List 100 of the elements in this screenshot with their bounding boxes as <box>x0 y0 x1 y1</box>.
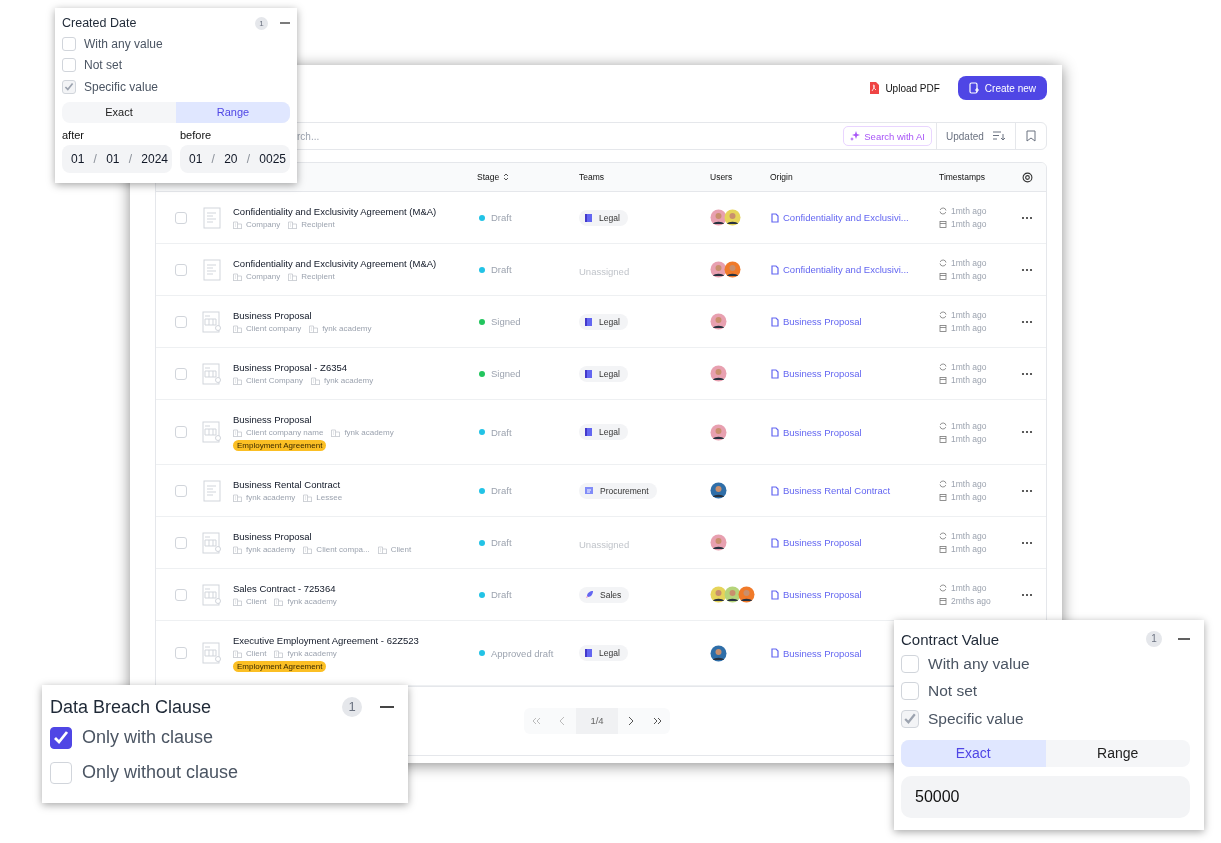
create-new-button[interactable]: Create new <box>957 76 1047 100</box>
book-icon <box>584 368 593 379</box>
bookmark-icon[interactable] <box>1026 130 1036 142</box>
origin-link[interactable]: Business Proposal <box>770 589 862 600</box>
contract-type-tag: Employment Agreement <box>233 439 327 451</box>
upload-pdf-button[interactable]: Upload PDF <box>865 78 944 98</box>
page-icon <box>770 316 779 327</box>
row-checkbox[interactable] <box>175 536 187 549</box>
more-options-icon[interactable] <box>1021 215 1033 220</box>
contract-title[interactable]: Sales Contract - 725364 <box>233 583 336 594</box>
origin-link[interactable]: Business Proposal <box>770 368 862 379</box>
building-icon <box>303 545 313 554</box>
more-options-icon[interactable] <box>1021 267 1033 272</box>
origin-link[interactable]: Business Proposal <box>770 537 862 548</box>
settings-icon[interactable] <box>1021 171 1033 183</box>
party-name: fynk academy <box>323 376 374 385</box>
refresh-icon <box>939 421 947 430</box>
party-name: Company <box>246 220 281 229</box>
more-options-icon[interactable] <box>1021 540 1033 545</box>
updated-time: 1mth ago <box>951 362 987 372</box>
building-icon <box>377 545 387 554</box>
calendar-icon <box>939 324 947 332</box>
screen-icon <box>584 485 594 496</box>
book-icon <box>584 316 593 327</box>
calendar-icon <box>939 493 947 501</box>
created-time: 1mth ago <box>951 375 987 385</box>
building-icon <box>309 324 319 333</box>
stage-label: Draft <box>491 264 512 275</box>
stage-label: Draft <box>491 589 512 600</box>
created-time: 1mth ago <box>951 219 987 229</box>
more-options-icon[interactable] <box>1021 319 1033 324</box>
origin-link[interactable]: Business Proposal <box>770 316 862 327</box>
building-icon <box>303 493 313 502</box>
origin-link[interactable]: Business Rental Contract <box>770 485 891 496</box>
page-icon <box>770 212 779 223</box>
contract-title[interactable]: Business Proposal - Z6354 <box>233 362 348 373</box>
origin-link[interactable]: Confidentiality and Exclusivi... <box>770 264 909 275</box>
book-icon <box>584 212 593 223</box>
more-options-icon[interactable] <box>1021 488 1033 493</box>
row-checkbox[interactable] <box>175 367 187 380</box>
row-checkbox[interactable] <box>175 484 187 497</box>
row-checkbox[interactable] <box>175 647 187 659</box>
page-icon <box>770 485 779 496</box>
building-icon <box>233 324 242 333</box>
row-checkbox[interactable] <box>175 211 187 224</box>
page-icon <box>770 589 779 600</box>
date-field[interactable]: 01 / 01 / 2024 <box>62 144 172 173</box>
more-options-icon[interactable] <box>1021 430 1033 434</box>
party-name: Lessee <box>316 493 343 502</box>
party-name: fynk academy <box>246 493 296 502</box>
contract-title[interactable]: Confidentiality and Exclusivity Agreement (M&A) <box>233 206 437 217</box>
value-input-field[interactable]: 50000 <box>901 775 1190 818</box>
sort-button[interactable]: Updated <box>937 130 993 142</box>
refresh-icon <box>939 480 947 488</box>
sort-icon[interactable] <box>993 131 1005 141</box>
stage-label: Draft <box>491 212 512 223</box>
contract-title[interactable]: Business Proposal <box>233 310 312 321</box>
column-header[interactable]: Stage <box>477 172 579 182</box>
option-label: Only with clause <box>82 727 214 748</box>
building-icon <box>233 427 242 437</box>
date-field[interactable]: 01 / 20 / 0025 <box>180 144 290 173</box>
form-document-icon <box>202 583 222 606</box>
contract-title[interactable]: Business Rental Contract <box>233 479 341 490</box>
row-checkbox[interactable] <box>175 315 187 328</box>
calendar-icon <box>939 272 947 280</box>
row-checkbox[interactable] <box>175 263 187 276</box>
option-label: Only without clause <box>82 762 239 783</box>
building-icon <box>274 648 284 658</box>
contract-title[interactable]: Executive Employment Agreement - 62Z523 <box>233 634 419 646</box>
more-options-icon[interactable] <box>1021 371 1033 376</box>
checkbox[interactable] <box>50 726 72 749</box>
team-tag: Procurement <box>579 482 657 499</box>
stage-label: Draft <box>491 426 512 438</box>
origin-link[interactable]: Confidentiality and Exclusivi... <box>770 212 909 223</box>
document-icon <box>203 206 221 229</box>
mode-tab[interactable]: Exact <box>62 101 176 123</box>
sort-arrows-icon[interactable] <box>503 173 510 181</box>
search-with-ai-button[interactable]: Search with AI <box>843 126 932 146</box>
more-options-icon[interactable] <box>1021 592 1033 597</box>
row-checkbox[interactable] <box>175 588 187 601</box>
party-name: Client <box>246 648 267 658</box>
stage-label: Draft <box>491 537 512 548</box>
team-label: Unassigned <box>579 538 630 550</box>
stage-label: Draft <box>491 485 512 496</box>
mode-tab[interactable]: Range <box>1045 739 1190 767</box>
page-icon <box>770 648 779 658</box>
mode-tab[interactable]: Exact <box>901 739 1046 767</box>
mode-tab[interactable]: Range <box>176 101 290 123</box>
book-icon <box>584 427 593 437</box>
refresh-icon <box>939 363 947 371</box>
party-name: fynk academy <box>344 427 394 437</box>
calendar-icon <box>939 597 947 605</box>
contract-title[interactable]: Confidentiality and Exclusivity Agreement (M&A) <box>233 258 437 269</box>
calendar-icon <box>939 434 947 443</box>
contract-type-tag: Employment Agreement <box>233 660 327 672</box>
origin-link[interactable]: Business Proposal <box>770 647 862 659</box>
contract-title[interactable]: Business Proposal <box>233 413 312 425</box>
row-checkbox[interactable] <box>175 426 187 438</box>
contract-title[interactable]: Business Proposal <box>233 531 312 542</box>
origin-link[interactable]: Business Proposal <box>770 426 862 438</box>
